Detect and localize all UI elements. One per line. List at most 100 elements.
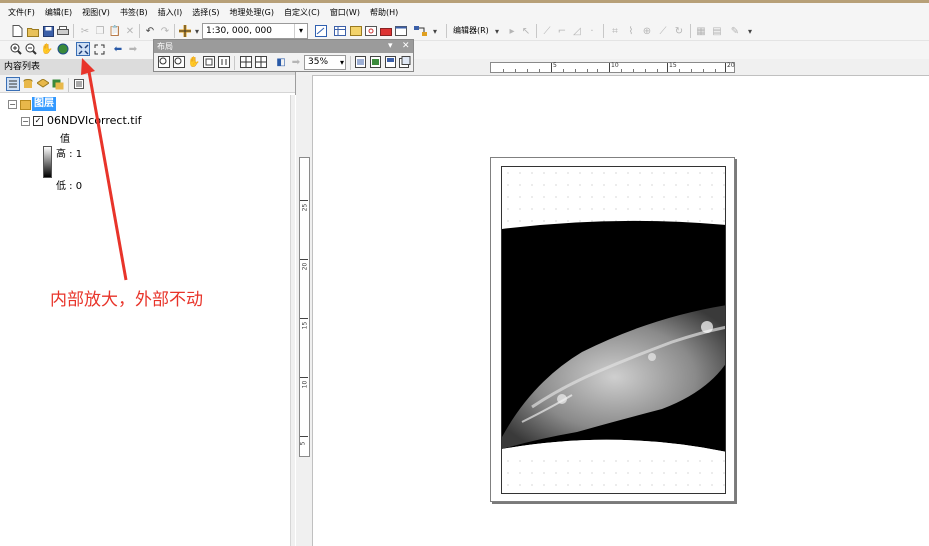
zoom-in-icon[interactable]	[9, 42, 23, 56]
menu-help[interactable]: 帮助(H)	[370, 7, 398, 18]
menu-geoprocessing[interactable]: 地理处理(G)	[230, 7, 274, 18]
ruler-minor-tick	[539, 69, 540, 72]
cut-polygons-icon[interactable]: ⊕	[640, 24, 654, 38]
layout-page[interactable]	[490, 157, 735, 502]
trace-icon[interactable]: ◿	[570, 24, 584, 38]
toolbar-overflow-icon[interactable]: ▾	[743, 24, 757, 38]
rotate-icon[interactable]: ↻	[672, 24, 686, 38]
fixed-zoom-out-layout-icon[interactable]	[254, 55, 268, 69]
focus-data-frame-icon[interactable]	[368, 55, 382, 69]
layout-zoom-combo[interactable]: 35% ▾	[304, 55, 346, 70]
menu-insert[interactable]: 插入(I)	[158, 7, 183, 18]
list-by-drawing-order-icon[interactable]	[6, 77, 20, 91]
data-driven-pages-icon[interactable]	[398, 55, 412, 69]
edit-annotation-icon[interactable]: ↖	[519, 24, 533, 38]
layout-pan-icon[interactable]: ✋	[187, 55, 201, 69]
reshape-icon[interactable]: ⌇	[624, 24, 638, 38]
forward-icon[interactable]: ➡	[126, 42, 140, 56]
zoom-whole-page-icon[interactable]	[202, 55, 216, 69]
pan-icon[interactable]: ✋	[40, 42, 54, 56]
python-window-icon[interactable]	[394, 24, 408, 38]
ruler-label: 5	[553, 62, 557, 69]
toolbar-overflow-icon[interactable]: ▾	[428, 24, 442, 38]
collapse-layers-icon[interactable]: −	[8, 100, 17, 109]
ruler-label: 10	[611, 62, 619, 69]
cut-icon[interactable]: ✂	[78, 24, 92, 38]
open-icon[interactable]	[26, 24, 40, 38]
arctoolbox-icon[interactable]	[379, 24, 393, 38]
toc-title: 内容列表	[4, 62, 41, 72]
map-scale-combo[interactable]: 1:30, 000, 000 ▾	[202, 23, 308, 39]
ruler-minor-tick	[527, 69, 528, 72]
layout-toolbar-titlebar[interactable]: 布局 ▾ ✕	[154, 40, 413, 53]
copy-icon[interactable]: ❐	[93, 24, 107, 38]
layer-name[interactable]: 06NDVIcorrect.tif	[47, 114, 142, 127]
back-icon[interactable]: ⬅	[111, 42, 125, 56]
ruler-minor-tick	[645, 69, 646, 72]
straight-segment-icon[interactable]: ⟋	[540, 24, 554, 38]
toggle-draft-mode-icon[interactable]	[353, 55, 367, 69]
table-of-contents-icon[interactable]	[333, 24, 347, 38]
toc-options-icon[interactable]	[72, 77, 86, 91]
ruler-label: 10	[301, 380, 309, 389]
menu-windows[interactable]: 窗口(W)	[330, 7, 360, 18]
zoom-100-icon[interactable]	[217, 55, 231, 69]
ruler-minor-tick	[515, 69, 516, 72]
split-icon[interactable]: ⟋	[656, 24, 670, 38]
full-extent-icon[interactable]	[56, 42, 70, 56]
redo-icon[interactable]: ↷	[158, 24, 172, 38]
fixed-zoom-in-icon[interactable]	[76, 42, 90, 56]
list-by-source-icon[interactable]	[21, 77, 35, 91]
fixed-zoom-out-icon[interactable]	[92, 42, 106, 56]
menu-selection[interactable]: 选择(S)	[192, 7, 219, 18]
modelbuilder-icon[interactable]	[414, 24, 428, 38]
chevron-down-icon[interactable]: ▾	[294, 24, 307, 38]
menu-edit[interactable]: 编辑(E)	[45, 7, 72, 18]
menu-bookmarks[interactable]: 书签(B)	[120, 7, 148, 18]
edit-vertices-icon[interactable]: ⌗	[608, 24, 622, 38]
list-by-visibility-icon[interactable]	[36, 77, 50, 91]
close-icon[interactable]: ✕	[402, 40, 410, 53]
list-by-selection-icon[interactable]	[51, 77, 65, 91]
endpoint-arc-icon[interactable]: ⌐	[555, 24, 569, 38]
toc-scrollbar[interactable]	[290, 95, 295, 546]
search-window-icon[interactable]	[364, 24, 378, 38]
sketch-properties-icon[interactable]: ▤	[710, 24, 724, 38]
chevron-down-icon[interactable]: ▾	[388, 40, 393, 53]
save-icon[interactable]	[41, 24, 55, 38]
legend-gradient[interactable]	[43, 146, 52, 178]
chevron-down-icon[interactable]: ▾	[340, 56, 344, 69]
layout-zoom-out-icon[interactable]	[172, 55, 186, 69]
separator	[68, 78, 69, 92]
zoom-out-icon[interactable]	[24, 42, 38, 56]
point-icon[interactable]: ·	[585, 24, 599, 38]
layout-forward-icon[interactable]: ➡	[289, 55, 303, 69]
layout-back-icon[interactable]: ◧	[274, 55, 288, 69]
edit-tool-icon[interactable]: ▸	[505, 24, 519, 38]
print-icon[interactable]	[56, 24, 70, 38]
menu-view[interactable]: 视图(V)	[82, 7, 110, 18]
layout-zoom-in-icon[interactable]	[157, 55, 171, 69]
collapse-layer-icon[interactable]: −	[21, 117, 30, 126]
ruler-tick	[667, 63, 668, 72]
new-document-icon[interactable]	[10, 24, 24, 38]
menu-customize[interactable]: 自定义(C)	[284, 7, 320, 18]
editor-menu-button[interactable]: 编辑器(R)	[453, 25, 489, 36]
data-frame[interactable]	[501, 166, 726, 494]
ruler-tick	[609, 63, 610, 72]
delete-icon[interactable]: ✕	[123, 24, 137, 38]
layer-visibility-checkbox[interactable]: ✓	[33, 116, 43, 126]
change-layout-icon[interactable]	[383, 55, 397, 69]
attributes-icon[interactable]: ▦	[694, 24, 708, 38]
catalog-icon[interactable]	[349, 24, 363, 38]
fixed-zoom-in-layout-icon[interactable]	[239, 55, 253, 69]
editor-toolbar-icon[interactable]	[314, 24, 328, 38]
separator	[603, 24, 604, 38]
paste-icon[interactable]: 📋	[108, 24, 122, 38]
create-features-icon[interactable]: ✎	[728, 24, 742, 38]
data-frame-layers[interactable]: 图层	[32, 97, 56, 111]
menu-file[interactable]: 文件(F)	[8, 7, 35, 18]
editor-dropdown-icon[interactable]: ▾	[490, 24, 504, 38]
ruler-minor-tick	[575, 69, 576, 72]
undo-icon[interactable]: ↶	[143, 24, 157, 38]
